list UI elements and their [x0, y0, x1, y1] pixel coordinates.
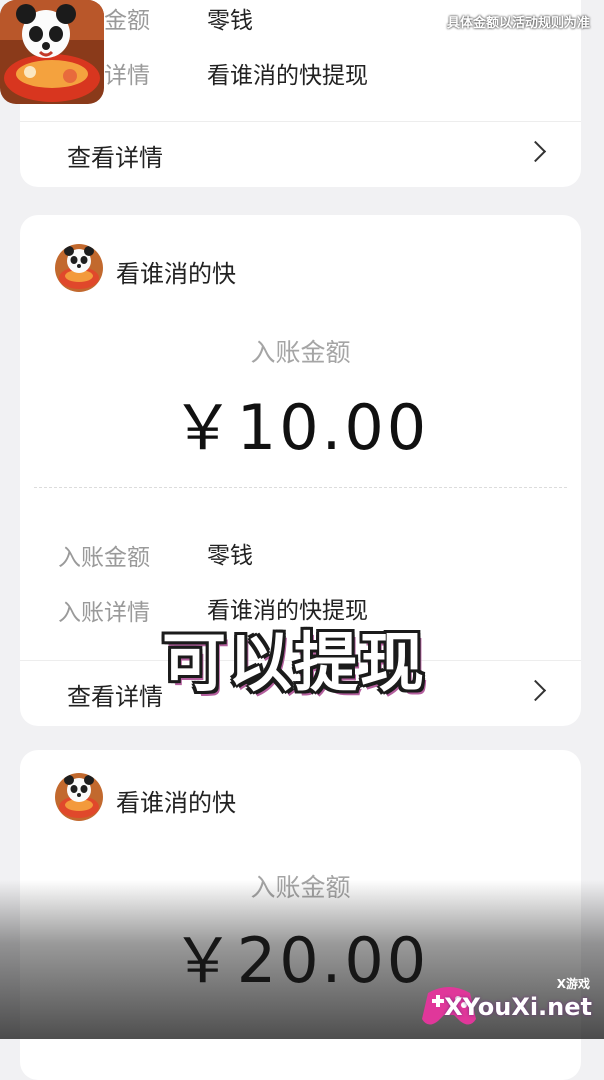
view-details-link[interactable]: 查看详情: [20, 121, 581, 186]
amount-label: 入账金额: [250, 338, 351, 367]
panda-hotpot-icon: [55, 244, 103, 292]
chevron-right-icon: [524, 140, 547, 163]
view-details-label: 查看详情: [67, 144, 163, 172]
row-value-amount: 零钱: [207, 8, 253, 34]
dashed-divider: [34, 487, 567, 488]
row-label-amount: 入账金额: [58, 545, 150, 571]
app-name: 看谁消的快: [116, 789, 236, 817]
amount-value: ￥10.00: [171, 391, 430, 464]
row-value-detail: 看谁消的快提现: [207, 63, 368, 89]
row-value-amount: 零钱: [207, 543, 253, 569]
chevron-right-icon: [524, 679, 547, 702]
view-details-label: 查看详情: [67, 683, 163, 711]
app-name: 看谁消的快: [116, 260, 236, 288]
row-label-detail: 入账详情: [58, 600, 150, 626]
video-caption: 可以提现: [162, 627, 426, 701]
rules-note: 具体金额以活动规则为准: [446, 16, 590, 31]
site-watermark: X游戏 XYouXi.net: [420, 975, 600, 1033]
panda-hotpot-icon: [55, 773, 103, 821]
amount-label: 入账金额: [250, 873, 351, 902]
watermark-sub: X游戏: [556, 977, 590, 991]
game-logo-icon: [0, 0, 104, 104]
watermark-text: XYouXi.net: [444, 993, 592, 1021]
